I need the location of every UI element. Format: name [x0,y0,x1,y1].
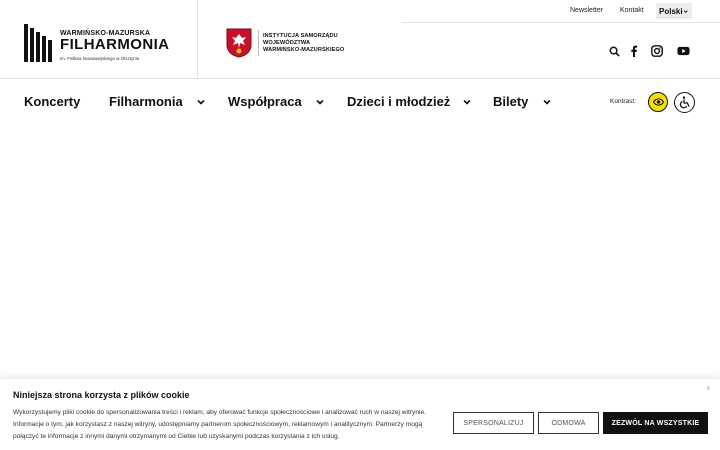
nav-item-bilety[interactable]: Bilety [493,94,552,109]
filharmonia-logo[interactable]: WARMIŃSKO-MAZURSKA FILHARMONIA im. Felik… [24,24,184,64]
search-icon[interactable] [607,44,621,58]
nav-item-label: Filharmonia [109,94,183,109]
high-contrast-button[interactable] [648,92,668,112]
accessibility-button[interactable] [674,92,695,113]
wheelchair-icon [679,96,690,109]
cookie-accept-all-button[interactable]: ZEZWÓL NA WSZYSTKIE [603,412,708,434]
logo-subtitle: im. Feliksa Nowowiejskiego w Olsztynie [60,56,140,61]
cookie-description: Wykorzystujemy pliki cookie do spersonal… [13,409,426,440]
logo-text: WARMIŃSKO-MAZURSKA FILHARMONIA im. Felik… [60,24,169,61]
facebook-icon[interactable] [627,44,641,58]
nav-item-filharmonia[interactable]: Filharmonia [109,94,206,109]
institution-line: INSTYTUCJA SAMORZĄDU [263,32,338,39]
chevron-down-icon [197,99,205,105]
coat-of-arms-icon [226,28,252,58]
language-selected: Polski [659,6,683,16]
cookie-title: Niniejsza strona korzysta z plików cooki… [13,390,190,400]
close-icon[interactable]: × [706,384,711,393]
contrast-label: Kontrast: [610,98,637,105]
chevron-down-icon [463,99,471,105]
institution-text: INSTYTUCJA SAMORZĄDU WOJEWÓDZTWA WARMIŃS… [263,33,344,54]
nav-item-wspolpraca[interactable]: Współpraca [228,94,325,109]
youtube-icon[interactable] [676,44,690,58]
chevron-down-icon [543,99,551,105]
institution-line: WARMIŃSKO-MAZURSKIEGO [263,46,345,53]
contact-link[interactable]: Kontakt [620,7,644,14]
header-divider [197,0,198,79]
nav-item-label: Koncerty [24,94,81,109]
chevron-down-icon [316,99,324,105]
instagram-icon[interactable] [650,44,664,58]
top-utility-bar: Newsletter Kontakt Polski [402,0,720,23]
nav-item-label: Bilety [493,94,529,109]
institution-badge[interactable]: INSTYTUCJA SAMORZĄDU WOJEWÓDZTWA WARMIŃS… [226,28,344,58]
institution-line: WOJEWÓDZTWA [263,39,311,46]
logo-main-text: FILHARMONIA [60,36,170,53]
eye-icon [652,98,664,106]
language-select[interactable]: Polski [656,3,692,19]
nav-item-label: Dzieci i młodzież [347,94,451,109]
cookie-reject-button[interactable]: ODMOWA [538,412,599,434]
logo-mark-icon [24,24,52,62]
nav-item-koncerty[interactable]: Koncerty [24,94,80,109]
nav-item-label: Współpraca [228,94,302,109]
chevron-down-icon [683,9,688,13]
cookie-customize-button[interactable]: SPERSONALIZUJ [453,412,534,434]
newsletter-link[interactable]: Newsletter [570,7,603,14]
site-header: WARMIŃSKO-MAZURSKA FILHARMONIA im. Felik… [0,0,720,79]
institution-separator [258,30,259,56]
nav-item-dzieci-i-mlodziez[interactable]: Dzieci i młodzież [347,94,472,109]
